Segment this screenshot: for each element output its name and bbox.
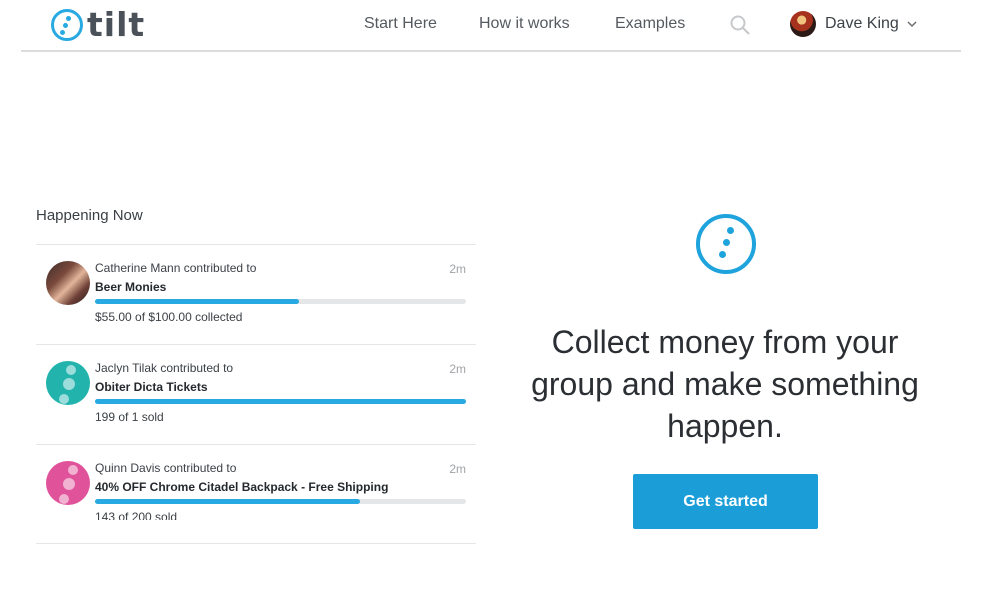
progress-bar	[95, 399, 466, 404]
user-menu[interactable]: Dave King	[790, 11, 917, 37]
nav-start-here[interactable]: Start Here	[364, 15, 437, 33]
tilt-logo-icon	[51, 9, 83, 41]
user-name: Dave King	[825, 15, 899, 32]
logo-text: tilt	[87, 5, 146, 44]
activity-feed: Catherine Mann contributed to 2m Beer Mo…	[36, 244, 476, 544]
progress-status: 143 of 200 sold	[95, 510, 178, 520]
timestamp: 2m	[449, 362, 466, 376]
timestamp: 2m	[449, 462, 466, 476]
list-item[interactable]: Catherine Mann contributed to 2m Beer Mo…	[36, 245, 476, 345]
timestamp: 2m	[449, 262, 466, 276]
contributor-text: Catherine Mann contributed to	[95, 261, 257, 275]
avatar	[790, 11, 816, 37]
top-header: tilt Start Here How it works Examples Da…	[21, 0, 961, 52]
search-icon[interactable]	[730, 15, 750, 35]
progress-fill	[95, 499, 361, 504]
list-item-content: Quinn Davis contributed to 2m 40% OFF Ch…	[36, 445, 476, 520]
feed-title: Happening Now	[36, 207, 143, 224]
contributor-avatar	[46, 461, 90, 505]
progress-fill	[95, 299, 300, 304]
list-item[interactable]: Jaclyn Tilak contributed to 2m Obiter Di…	[36, 345, 476, 445]
progress-bar	[95, 299, 466, 304]
campaign-link[interactable]: 40% OFF Chrome Citadel Backpack - Free S…	[95, 480, 388, 494]
contributor-text: Jaclyn Tilak contributed to	[95, 361, 234, 375]
progress-status: $55.00 of $100.00 collected	[95, 310, 243, 324]
get-started-button[interactable]: Get started	[633, 474, 818, 529]
nav-examples[interactable]: Examples	[615, 15, 685, 33]
campaign-link[interactable]: Obiter Dicta Tickets	[95, 380, 208, 394]
contributor-text: Quinn Davis contributed to	[95, 461, 237, 475]
tilt-mark-icon	[696, 214, 756, 274]
contributor-avatar	[46, 261, 90, 305]
progress-status: 199 of 1 sold	[95, 410, 164, 424]
hero-headline: Collect money from your group and make s…	[531, 324, 919, 445]
progress-fill	[95, 399, 466, 404]
nav-how-it-works[interactable]: How it works	[479, 15, 570, 33]
list-item[interactable]: Quinn Davis contributed to 2m 40% OFF Ch…	[36, 445, 476, 544]
chevron-down-icon	[907, 21, 917, 28]
progress-bar	[95, 499, 466, 504]
campaign-link[interactable]: Beer Monies	[95, 280, 166, 294]
tilt-logo[interactable]: tilt	[51, 5, 146, 44]
contributor-avatar	[46, 361, 90, 405]
